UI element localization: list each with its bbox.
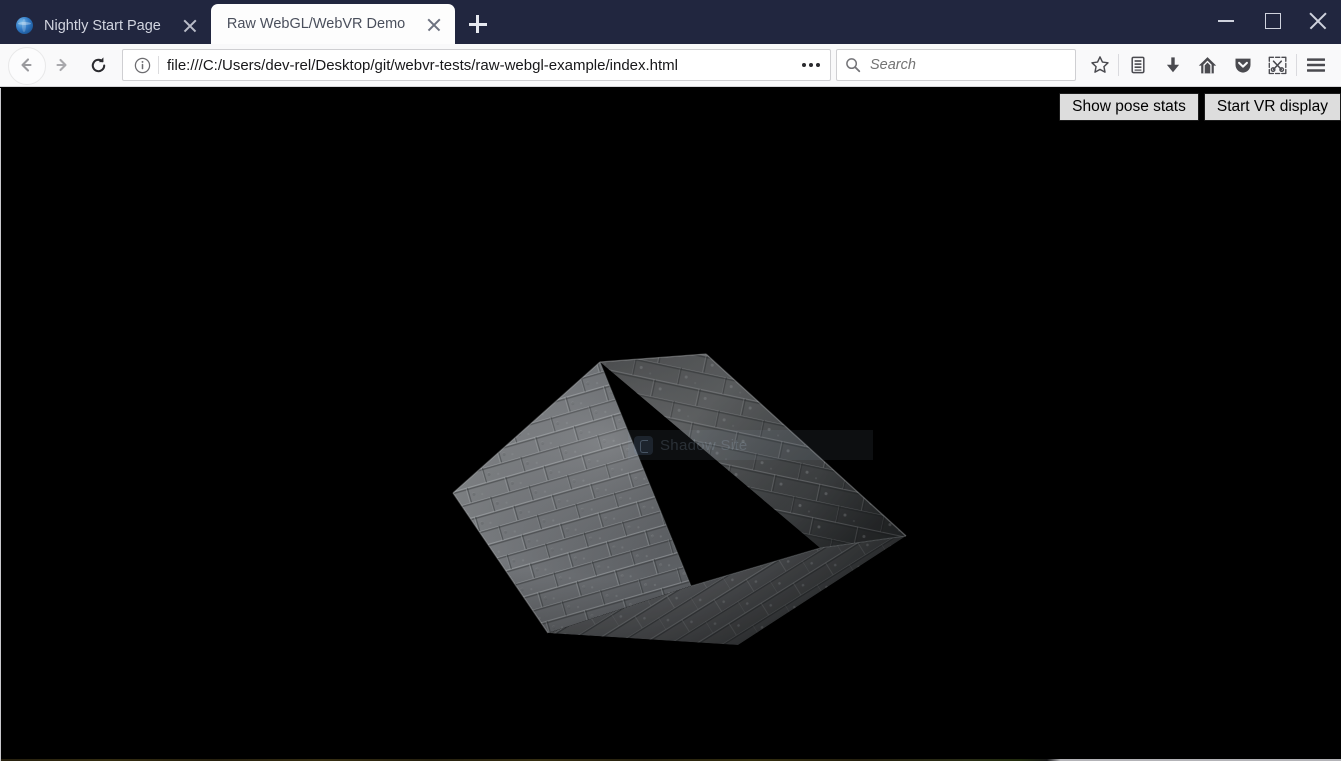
minimize-icon[interactable] [1203,0,1249,40]
demo-controls: Show pose stats Start VR display [1059,93,1341,121]
page-actions-button[interactable] [797,52,825,78]
maximize-icon[interactable] [1249,0,1295,40]
new-tab-button[interactable] [461,7,495,41]
tab-title: Raw WebGL/WebVR Demo [227,16,405,32]
show-pose-stats-button[interactable]: Show pose stats [1059,93,1199,121]
tab-strip: Nightly Start Page Raw WebGL/WebVR Demo [0,0,1341,44]
page-content: Show pose stats Start VR display [0,88,1341,761]
screenshot-icon[interactable] [1260,47,1295,83]
search-input[interactable]: Search [870,57,916,73]
reload-button[interactable] [80,47,116,83]
textured-cube [448,353,908,648]
close-window-icon[interactable] [1295,0,1341,40]
reload-icon [89,56,108,75]
webgl-canvas[interactable]: Shadow Site [448,353,908,648]
info-circle-icon[interactable] [131,54,153,76]
url-bar[interactable]: file:///C:/Users/dev-rel/Desktop/git/web… [122,49,831,81]
browser-window: Nightly Start Page Raw WebGL/WebVR Demo [0,0,1341,761]
bookmark-star-icon[interactable] [1082,47,1117,83]
tab-title: Nightly Start Page [44,18,161,34]
url-text[interactable]: file:///C:/Users/dev-rel/Desktop/git/web… [167,57,797,74]
close-icon[interactable] [177,13,203,39]
divider [158,56,159,74]
tab-nightly-start-page[interactable]: Nightly Start Page [0,7,211,44]
forward-button[interactable] [44,47,80,83]
divider [1296,54,1297,76]
window-controls [1203,0,1341,44]
library-icon[interactable] [1120,47,1155,83]
search-bar[interactable]: Search [836,49,1076,81]
back-button[interactable] [8,47,44,83]
downloads-icon[interactable] [1155,47,1190,83]
pocket-icon[interactable] [1225,47,1260,83]
divider [1118,54,1119,76]
forward-arrow-icon [53,56,71,74]
navigation-toolbar: file:///C:/Users/dev-rel/Desktop/git/web… [0,44,1341,87]
close-icon[interactable] [421,11,447,37]
search-icon [845,57,861,73]
tab-raw-webgl-webvr-demo[interactable]: Raw WebGL/WebVR Demo [211,4,455,44]
globe-icon [16,17,33,34]
back-arrow-icon [17,56,35,74]
menu-icon[interactable] [1298,47,1333,83]
start-vr-display-button[interactable]: Start VR display [1204,93,1341,121]
home-icon[interactable] [1190,47,1225,83]
